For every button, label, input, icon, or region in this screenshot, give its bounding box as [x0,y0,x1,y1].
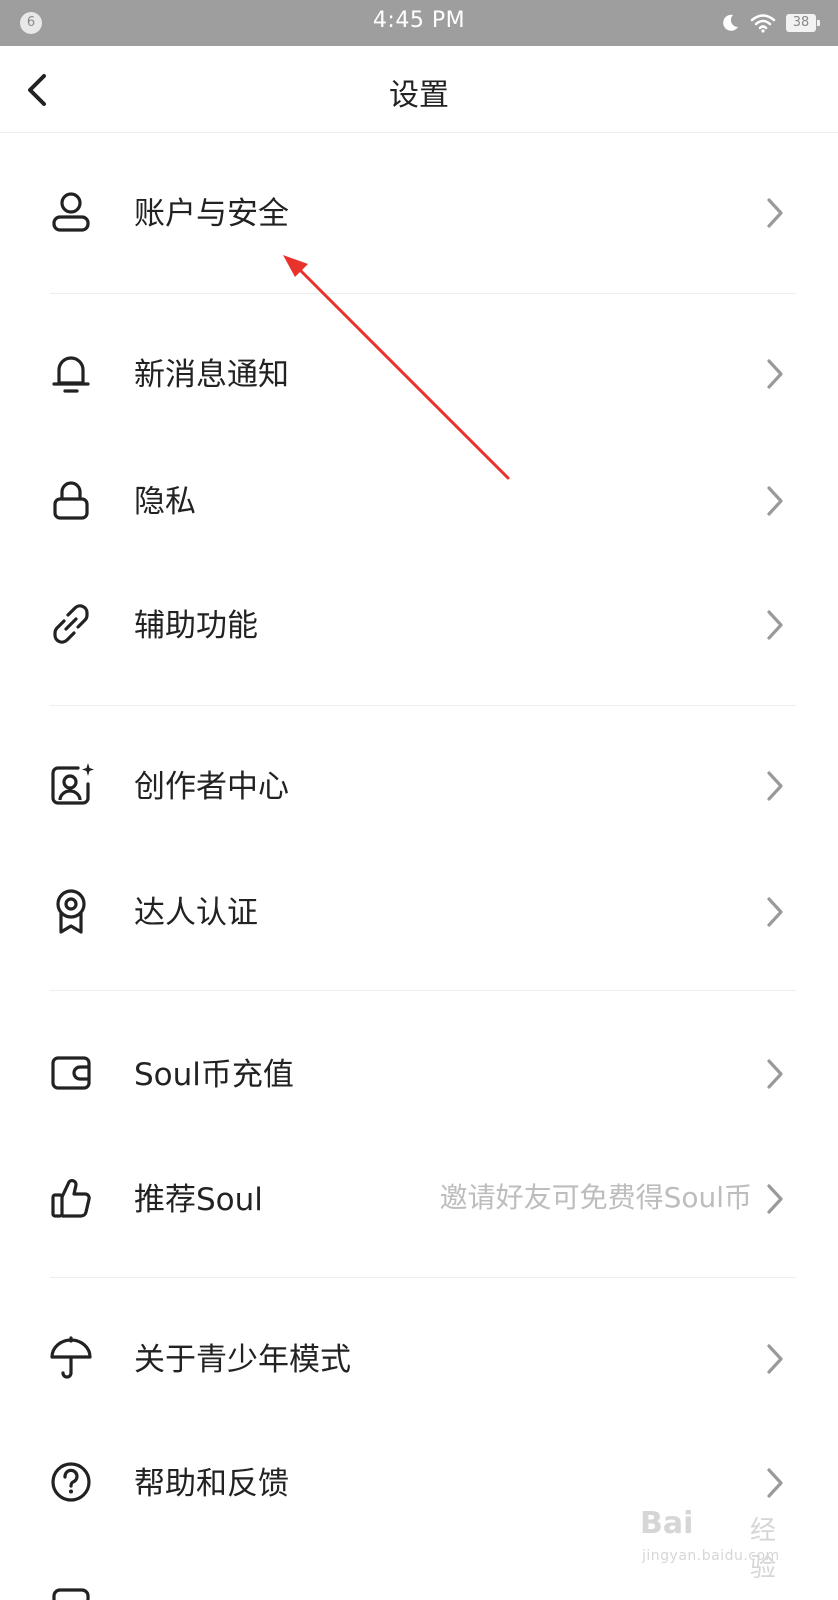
umbrella-icon [48,1335,94,1381]
chevron-right-icon [764,895,786,929]
section-divider [50,293,796,294]
help-circle-icon [48,1459,94,1505]
chevron-right-icon [764,1466,786,1500]
chevron-right-icon [764,1057,786,1091]
lock-icon [48,477,94,523]
page-title: 设置 [389,78,449,113]
user-icon [48,189,94,235]
setting-teen-mode[interactable]: 关于青少年模式 [0,1298,838,1418]
chevron-right-icon [764,1342,786,1376]
setting-privacy[interactable]: 隐私 [0,440,838,560]
chevron-right-icon [764,1182,786,1216]
creator-portrait-icon [48,762,94,808]
setting-label: 创作者中心 [134,769,289,805]
setting-hint: 邀请好友可免费得Soul币 [439,1181,752,1214]
link-icon [48,601,94,647]
setting-label: 新消息通知 [134,357,289,393]
status-time: 4:45 PM [372,8,466,33]
setting-label: Soul币充值 [134,1057,294,1093]
watermark-main: Bai [640,1506,694,1541]
watermark-logo: Bai 经验 jingyan.baidu.com [640,1506,800,1583]
chevron-right-icon [764,484,786,518]
status-bar: 6 4:45 PM 38 [0,0,838,46]
setting-label: 推荐Soul [134,1182,263,1218]
setting-label: 隐私 [134,484,196,520]
moon-icon [720,13,740,33]
setting-creator-center[interactable]: 创作者中心 [0,725,838,845]
setting-accessibility[interactable]: 辅助功能 [0,564,838,684]
next-item-icon [48,1584,94,1600]
chevron-right-icon [764,769,786,803]
watermark-cn: 经验 [750,1516,777,1583]
setting-label: 关于青少年模式 [134,1342,351,1378]
setting-account-security[interactable]: 账户与安全 [0,152,838,272]
nav-bar: 设置 [0,46,838,133]
chevron-right-icon [764,196,786,230]
setting-recommend-soul[interactable]: 推荐Soul 邀请好友可免费得Soul币 [0,1138,838,1258]
section-divider [50,1277,796,1278]
setting-label: 帮助和反馈 [134,1466,289,1502]
badge-icon [48,888,94,934]
chevron-right-icon [764,357,786,391]
watermark-url: jingyan.baidu.com [642,1548,780,1564]
wallet-icon [48,1050,94,1096]
chevron-right-icon [764,608,786,642]
wifi-icon [750,13,776,33]
setting-expert-verification[interactable]: 达人认证 [0,851,838,971]
setting-soul-coin-recharge[interactable]: Soul币充值 [0,1013,838,1133]
battery-icon: 38 [786,14,820,32]
setting-notifications[interactable]: 新消息通知 [0,313,838,433]
setting-label: 辅助功能 [134,608,258,644]
setting-label: 达人认证 [134,895,258,931]
section-divider [50,705,796,706]
setting-label: 账户与安全 [134,196,289,232]
status-icons: 38 [720,10,820,36]
bell-icon [48,350,94,396]
section-divider [50,990,796,991]
thumbs-up-icon [48,1175,94,1221]
